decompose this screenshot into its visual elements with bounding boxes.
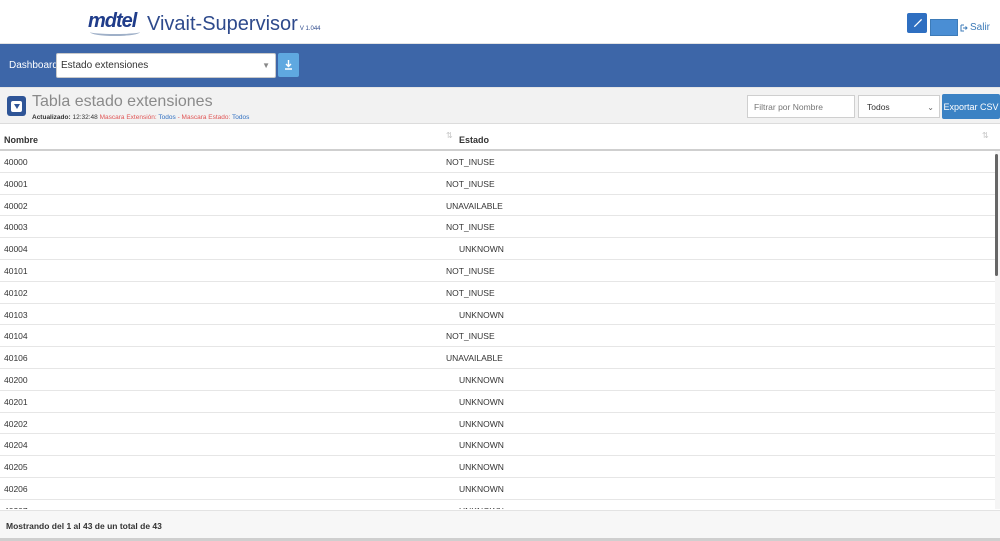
panel-title: Tabla estado extensiones: [32, 93, 213, 110]
cell-estado: UNKNOWN: [459, 440, 504, 451]
table-row[interactable]: 40104 NOT_INUSE: [0, 325, 995, 348]
cell-nombre: 40102: [4, 287, 28, 298]
cell-nombre: 40000: [4, 157, 28, 167]
cell-nombre: 40002: [4, 200, 28, 211]
cell-nombre: 40003: [4, 222, 28, 233]
updated-time: 12:32:48: [72, 114, 98, 121]
mask-state-value: Todos: [232, 114, 250, 121]
table-row[interactable]: 40201 UNKNOWN: [0, 391, 995, 413]
cell-nombre: 40206: [4, 483, 28, 494]
chevron-down-icon: ⌄: [927, 103, 934, 112]
app-version: V 1.044: [299, 26, 321, 32]
cell-nombre: 40106: [4, 353, 28, 364]
wrench-icon: [913, 18, 922, 27]
cell-nombre: 40103: [4, 309, 28, 320]
table-row[interactable]: 40205 UNKNOWN: [0, 456, 995, 478]
collapse-panel-icon[interactable]: [7, 96, 26, 116]
cell-estado: NOT_INUSE: [446, 178, 495, 189]
state-filter-value: Todos: [867, 102, 890, 112]
cell-estado: UNKNOWN: [459, 374, 504, 385]
chevron-down-icon: ▼: [262, 61, 270, 70]
mask-separator: -: [177, 114, 180, 121]
cell-estado: NOT_INUSE: [446, 331, 495, 342]
export-csv-button[interactable]: Exportar CSV: [942, 94, 1000, 119]
cell-estado: NOT_INUSE: [446, 157, 495, 167]
table-row[interactable]: 40207 UNKNOWN: [0, 500, 995, 509]
cell-estado: UNKNOWN: [459, 506, 504, 509]
sort-icon[interactable]: ⇅: [982, 131, 989, 140]
cell-estado: UNKNOWN: [459, 396, 504, 407]
logout-label: Salir: [970, 22, 991, 33]
table-row[interactable]: 40202 UNKNOWN: [0, 413, 995, 435]
cell-nombre: 40201: [4, 396, 28, 407]
table-row[interactable]: 40204 UNKNOWN: [0, 434, 995, 457]
cell-nombre: 40200: [4, 374, 28, 385]
panel-status-line: Actualizado: 12:32:48 Mascara Extensión:…: [32, 114, 249, 121]
sign-out-icon: [960, 24, 968, 31]
cell-nombre: 40207: [4, 506, 28, 509]
cell-nombre: 40001: [4, 178, 28, 189]
cell-estado: UNKNOWN: [459, 418, 504, 429]
cell-estado: UNKNOWN: [459, 483, 504, 494]
cell-estado: UNAVAILABLE: [446, 200, 503, 211]
mask-state-label: Mascara Estado:: [181, 114, 231, 121]
app-title-text: Vivait-Supervisor: [147, 13, 298, 35]
cell-estado: NOT_INUSE: [446, 222, 495, 233]
cell-estado: NOT_INUSE: [446, 265, 495, 276]
table-row[interactable]: 40003 NOT_INUSE: [0, 216, 995, 239]
cell-nombre: 40204: [4, 440, 28, 451]
mask-extension-label: Mascara Extensión:: [99, 114, 157, 121]
table-row[interactable]: 40102 NOT_INUSE: [0, 282, 995, 304]
table-body: 40000 NOT_INUSE 40001 NOT_INUSE 40002 UNAVAIL…: [0, 151, 995, 509]
logout-link[interactable]: Salir: [960, 22, 990, 33]
table-row[interactable]: 40206 UNKNOWN: [0, 478, 995, 500]
cell-estado: UNAVAILABLE: [446, 353, 503, 364]
download-icon: [285, 60, 292, 70]
table-header: Nombre ⇅ Estado ⇅: [0, 129, 1000, 151]
mdtel-logo: mdtel: [88, 8, 140, 36]
column-header-estado[interactable]: Estado: [459, 135, 489, 145]
app-title: Vivait-Supervisor V 1.044: [147, 13, 321, 36]
cell-estado: NOT_INUSE: [446, 287, 495, 298]
user-button[interactable]: [930, 19, 958, 36]
cell-nombre: 40202: [4, 418, 28, 429]
column-header-nombre[interactable]: Nombre: [4, 135, 38, 145]
logo-swoosh: [90, 28, 140, 36]
state-filter-select[interactable]: Todos ⌄: [858, 95, 940, 118]
settings-button[interactable]: [907, 13, 927, 33]
mask-extension-value: Todos: [158, 114, 176, 121]
cell-estado: UNKNOWN: [459, 309, 504, 320]
scrollbar-thumb[interactable]: [995, 154, 998, 276]
table-summary: Mostrando del 1 al 43 de un total de 43: [6, 521, 162, 531]
download-button[interactable]: [278, 53, 299, 77]
cell-nombre: 40104: [4, 331, 28, 342]
updated-label: Actualizado:: [32, 114, 71, 121]
table-row[interactable]: 40103 UNKNOWN: [0, 304, 995, 326]
table-row[interactable]: 40001 NOT_INUSE: [0, 173, 995, 195]
table-row[interactable]: 40004 UNKNOWN: [0, 238, 995, 260]
top-header: mdtel Vivait-Supervisor V 1.044 Salir: [0, 0, 1000, 44]
cell-nombre: 40101: [4, 265, 28, 276]
dashboard-select-value: Estado extensiones: [61, 60, 149, 71]
table-row[interactable]: 40200 UNKNOWN: [0, 369, 995, 391]
dashboard-select[interactable]: Estado extensiones ▼: [56, 53, 276, 78]
table-row[interactable]: 40000 NOT_INUSE: [0, 151, 995, 173]
table-row[interactable]: 40106 UNAVAILABLE: [0, 347, 995, 369]
cell-estado: UNKNOWN: [459, 462, 504, 473]
table-row[interactable]: 40101 NOT_INUSE: [0, 260, 995, 282]
cell-estado: UNKNOWN: [459, 244, 504, 255]
table-row[interactable]: 40002 UNAVAILABLE: [0, 195, 995, 217]
panel-header: Tabla estado extensiones Actualizado: 12…: [0, 87, 1000, 124]
cell-nombre: 40205: [4, 462, 28, 473]
dashboards-bar: Dashboards: Estado extensiones ▼: [0, 44, 1000, 87]
table-footer: Mostrando del 1 al 43 de un total de 43: [0, 510, 1000, 541]
filter-name-input[interactable]: [747, 95, 855, 118]
cell-nombre: 40004: [4, 244, 28, 255]
sort-icon[interactable]: ⇅: [446, 131, 453, 140]
